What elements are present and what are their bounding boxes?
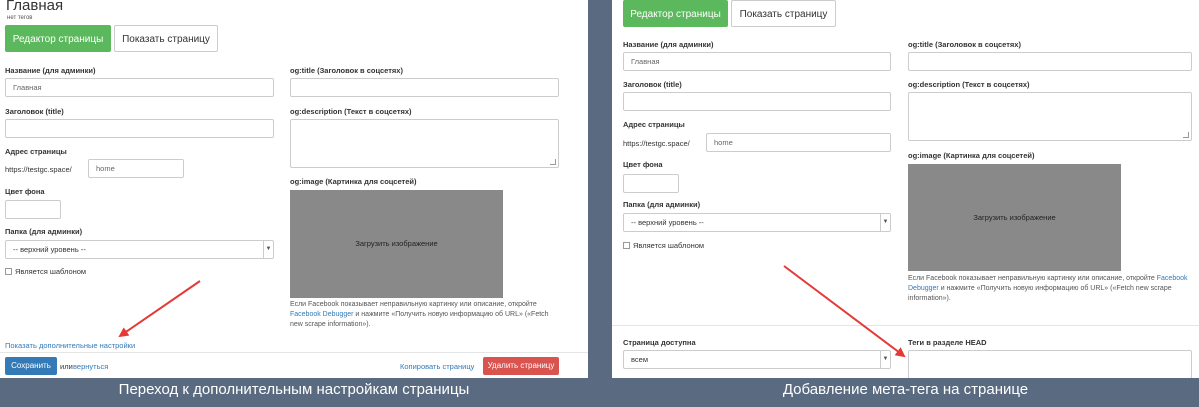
caption-left: Переход к дополнительным настройкам стра… bbox=[118, 381, 470, 398]
left-screenshot-panel: Главная нет тегов Редактор страницы Пока… bbox=[0, 0, 588, 378]
arrow-pointer-icon bbox=[118, 280, 201, 338]
arrow-pointer-icon bbox=[783, 265, 906, 358]
right-screenshot-panel: Редактор страницы Показать страницу Назв… bbox=[612, 0, 1199, 378]
caption-right: Добавление мета-тега на странице bbox=[782, 381, 1029, 398]
